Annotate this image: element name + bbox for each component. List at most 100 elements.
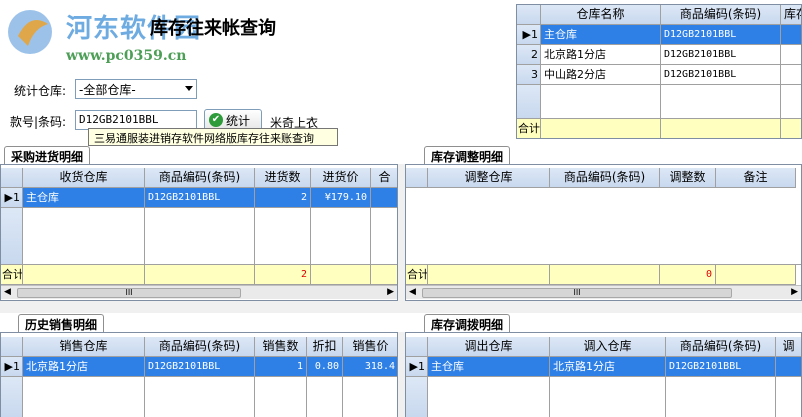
tab-sales[interactable]: 历史销售明细 [18,314,105,332]
total-cell [781,119,801,138]
cell-product-code[interactable]: D12GB2101BBL [661,25,781,45]
horizontal-scrollbar[interactable]: ◀ III ▶ [406,285,801,299]
purchase-grid-header: 收货仓库 商品编码(条码) 进货数 进货价 合 [1,168,397,188]
col-in-warehouse[interactable]: 调入仓库 [550,337,666,357]
scroll-thumb[interactable]: III [422,288,732,298]
empty-cell [428,377,550,417]
total-cell [145,265,255,285]
cell-warehouse-name[interactable]: 主仓库 [541,25,661,45]
cell-discount[interactable]: 0.80 [307,357,343,377]
col-transfer-more[interactable]: 调 [776,337,801,357]
cell-stock[interactable] [781,45,801,65]
warehouse-select[interactable]: -全部仓库- [75,79,197,99]
warehouse-grid: 仓库名称 商品编码(条码) 库存 ▶1 主仓库 D12GB2101BBL 2 北… [516,4,802,139]
col-purchase-total[interactable]: 合 [371,168,397,188]
cell-qty[interactable]: 2 [255,188,311,208]
cell-in-warehouse[interactable]: 北京路1分店 [550,357,666,377]
tab-adjust[interactable]: 库存调整明细 [424,146,511,164]
col-product-code[interactable]: 商品编码(条码) [666,337,776,357]
table-row[interactable]: ▶1 主仓库 北京路1分店 D12GB2101BBL [406,357,801,377]
horizontal-scrollbar[interactable]: ◀ III ▶ [1,285,397,299]
total-cell [371,265,397,285]
col-stock[interactable]: 库存 [781,5,801,25]
empty-cell [23,208,145,265]
col-product-code[interactable]: 商品编码(条码) [145,337,255,357]
scroll-right-icon[interactable]: ▶ [791,287,798,297]
cell-out-warehouse[interactable]: 主仓库 [428,357,550,377]
warehouse-select-value: -全部仓库- [79,83,136,97]
col-adjust-qty[interactable]: 调整数 [660,168,716,188]
tab-purchase[interactable]: 采购进货明细 [4,146,91,164]
total-cell [550,265,660,285]
cell-more[interactable] [776,357,801,377]
row-indicator-header [1,337,23,357]
col-discount[interactable]: 折扣 [307,337,343,357]
cell-product-code[interactable]: D12GB2101BBL [661,45,781,65]
row-number: 2 [517,45,541,65]
table-row[interactable]: 3 中山路2分店 D12GB2101BBL [517,65,801,85]
col-sales-price[interactable]: 销售价 [343,337,397,357]
col-remark[interactable]: 备注 [716,168,796,188]
horizontal-splitter[interactable] [0,301,802,313]
cell-total[interactable] [371,188,397,208]
total-row: 合计 2 [1,265,397,285]
table-row[interactable]: ▶1 北京路1分店 D12GB2101BBL 1 0.80 318.4 [1,357,397,377]
total-label: 合计 [1,265,23,285]
sales-grid: 销售仓库 商品编码(条码) 销售数 折扣 销售价 ▶1 北京路1分店 D12GB… [0,332,398,417]
cell-product-code[interactable]: D12GB2101BBL [145,357,255,377]
table-row[interactable]: 2 北京路1分店 D12GB2101BBL [517,45,801,65]
code-input[interactable]: D12GB2101BBL [75,110,197,130]
scroll-thumb[interactable]: III [17,288,241,298]
row-number: ▶1 [517,25,541,45]
col-sales-warehouse[interactable]: 销售仓库 [23,337,145,357]
col-product-code[interactable]: 商品编码(条码) [550,168,660,188]
empty-cell [661,85,781,119]
total-cell [541,119,661,138]
row-indicator-header [406,337,428,357]
empty-cell [23,377,145,417]
warehouse-label: 统计仓库: [14,84,67,98]
scroll-right-icon[interactable]: ▶ [387,287,394,297]
purchase-grid: 收货仓库 商品编码(条码) 进货数 进货价 合 ▶1 主仓库 D12GB2101… [0,164,398,301]
cell-warehouse-name[interactable]: 中山路2分店 [541,65,661,85]
cell-qty[interactable]: 1 [255,357,307,377]
cell-stock[interactable] [781,25,801,45]
scroll-left-icon[interactable]: ◀ [4,287,11,297]
chevron-down-icon[interactable] [185,86,193,91]
col-purchase-qty[interactable]: 进货数 [255,168,311,188]
transfer-grid-header: 调出仓库 调入仓库 商品编码(条码) 调 [406,337,801,357]
cell-stock[interactable] [781,65,801,85]
cell-product-code[interactable]: D12GB2101BBL [661,65,781,85]
tab-transfer[interactable]: 库存调拨明细 [424,314,511,332]
cell-warehouse-name[interactable]: 北京路1分店 [541,45,661,65]
cell-warehouse[interactable]: 主仓库 [23,188,145,208]
total-cell [23,265,145,285]
col-adjust-warehouse[interactable]: 调整仓库 [428,168,550,188]
col-receive-warehouse[interactable]: 收货仓库 [23,168,145,188]
col-sales-qty[interactable]: 销售数 [255,337,307,357]
vertical-splitter[interactable] [398,332,405,417]
empty-cell [371,208,397,265]
empty-cell [550,377,666,417]
adjust-grid: 调整仓库 商品编码(条码) 调整数 备注 合计 0 ◀ III ▶ [405,164,802,301]
cell-product-code[interactable]: D12GB2101BBL [145,188,255,208]
total-label: 合计 [517,119,541,138]
code-label: 款号|条码: [10,115,67,129]
col-product-code[interactable]: 商品编码(条码) [145,168,255,188]
scroll-left-icon[interactable]: ◀ [409,287,416,297]
empty-row [1,377,397,417]
table-row[interactable]: ▶1 主仓库 D12GB2101BBL 2 ¥179.10 [1,188,397,208]
cell-product-code[interactable]: D12GB2101BBL [666,357,776,377]
col-purchase-price[interactable]: 进货价 [311,168,371,188]
empty-cell [255,208,311,265]
vertical-splitter[interactable] [398,164,405,301]
total-qty: 0 [660,265,716,285]
col-warehouse-name[interactable]: 仓库名称 [541,5,661,25]
cell-warehouse[interactable]: 北京路1分店 [23,357,145,377]
cell-price[interactable]: 318.4 [343,357,397,377]
col-product-code[interactable]: 商品编码(条码) [661,5,781,25]
col-out-warehouse[interactable]: 调出仓库 [428,337,550,357]
stat-button-label: 统计 [226,113,251,128]
cell-price[interactable]: ¥179.10 [311,188,371,208]
table-row[interactable]: ▶1 主仓库 D12GB2101BBL [517,25,801,45]
